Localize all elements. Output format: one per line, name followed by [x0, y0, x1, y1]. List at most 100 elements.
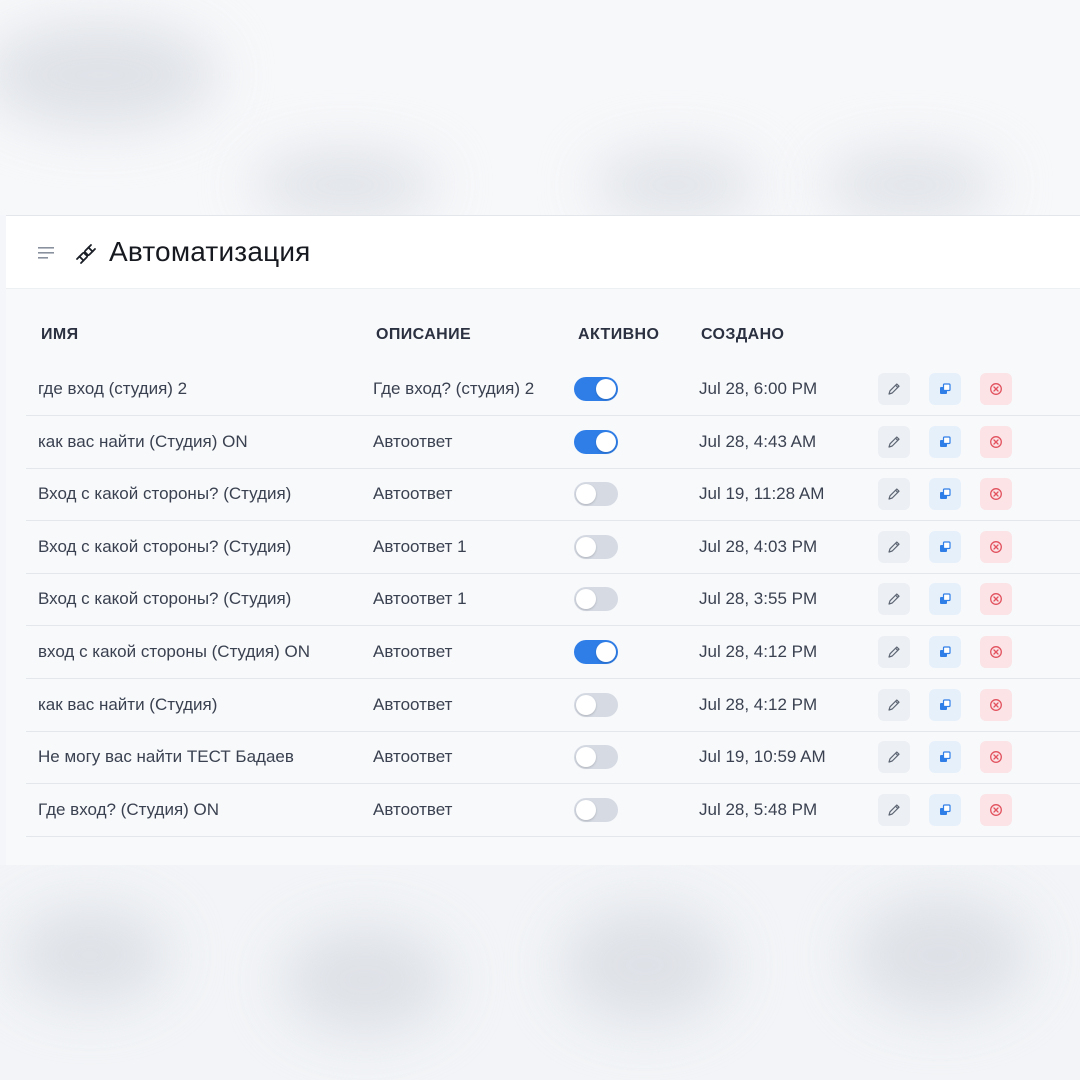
pencil-icon: [886, 381, 902, 397]
row-created-date: Jul 28, 3:55 PM: [699, 589, 818, 609]
active-toggle[interactable]: [574, 797, 618, 822]
delete-button[interactable]: [980, 425, 1012, 458]
duplicate-button[interactable]: [929, 478, 961, 511]
delete-circle-x-icon: [988, 644, 1004, 660]
table-row[interactable]: Вход с какой стороны? (Студия) Автоответ J…: [26, 468, 1080, 522]
duplicate-button[interactable]: [929, 530, 961, 563]
row-name: Вход с какой стороны? (Студия): [38, 484, 292, 504]
table-row[interactable]: Вход с какой стороны? (Студия) Автоответ …: [26, 521, 1080, 574]
row-description: Автоответ: [373, 642, 453, 661]
menu-icon[interactable]: [38, 247, 54, 259]
pencil-icon: [886, 644, 902, 660]
edit-button[interactable]: [878, 741, 910, 774]
delete-button[interactable]: [980, 373, 1012, 405]
duplicate-button[interactable]: [929, 373, 961, 405]
edit-button[interactable]: [878, 688, 910, 721]
copy-icon: [937, 697, 953, 713]
toggle-knob: [576, 694, 596, 715]
duplicate-button[interactable]: [929, 688, 961, 721]
active-toggle[interactable]: [574, 692, 618, 717]
copy-icon: [937, 802, 953, 818]
table-row[interactable]: где вход (студия) 2 Где вход? (студия) 2 J…: [26, 363, 1080, 416]
duplicate-button[interactable]: [929, 583, 961, 616]
edit-button[interactable]: [878, 478, 910, 511]
duplicate-button[interactable]: [929, 793, 961, 826]
copy-icon: [937, 644, 953, 660]
automation-panel: Автоматизация ИМЯ ОПИСАНИЕ АКТИВНО СОЗДА…: [6, 215, 1080, 866]
active-toggle[interactable]: [574, 534, 618, 559]
pencil-icon: [886, 539, 902, 555]
table-row[interactable]: Вход с какой стороны? (Студия) Автоответ …: [26, 573, 1080, 627]
table-row[interactable]: Где вход? (Студия) ON Автоответ Jul 28, 5:…: [26, 784, 1080, 837]
delete-circle-x-icon: [988, 486, 1004, 502]
delete-button[interactable]: [980, 478, 1012, 511]
row-created-date: Jul 28, 6:00 PM: [699, 379, 818, 398]
row-name: как вас найти (Студия): [38, 694, 218, 714]
delete-button[interactable]: [980, 636, 1012, 668]
delete-circle-x-icon: [988, 539, 1004, 555]
row-description: Автоответ: [373, 484, 453, 504]
delete-button[interactable]: [980, 688, 1012, 721]
table-row[interactable]: Не могу вас найти ТЕСТ Бадаев Автоответ Ju…: [26, 731, 1080, 785]
toggle-knob: [576, 484, 596, 505]
toggle-knob: [576, 799, 596, 820]
active-toggle[interactable]: [574, 587, 618, 612]
column-header-created[interactable]: СОЗДАНО: [701, 326, 784, 344]
delete-button[interactable]: [980, 793, 1012, 826]
row-name: как вас найти (Студия) ON: [38, 431, 248, 451]
toggle-knob: [596, 431, 616, 452]
row-description: Автоответ 1: [373, 536, 467, 556]
edit-button[interactable]: [878, 373, 910, 405]
pencil-icon: [886, 434, 902, 450]
row-created-date: Jul 28, 4:03 PM: [699, 536, 818, 556]
active-toggle[interactable]: [574, 745, 618, 770]
row-created-date: Jul 19, 11:28 AM: [699, 484, 825, 504]
table-row[interactable]: вход с какой стороны (Студия) ON Автоотве…: [26, 626, 1080, 679]
row-created-date: Jul 19, 10:59 AM: [699, 747, 826, 767]
table-row[interactable]: как вас найти (Студия) ON Автоответ Jul 28…: [26, 416, 1080, 469]
delete-circle-x-icon: [988, 381, 1004, 397]
duplicate-button[interactable]: [929, 741, 961, 774]
row-name: вход с какой стороны (Студия) ON: [38, 642, 310, 661]
toggle-knob: [576, 536, 596, 557]
delete-button[interactable]: [980, 530, 1012, 563]
edit-button[interactable]: [878, 793, 910, 826]
pencil-icon: [886, 486, 902, 502]
edit-button[interactable]: [878, 636, 910, 668]
duplicate-button[interactable]: [929, 636, 961, 668]
toggle-knob: [596, 379, 616, 399]
delete-button[interactable]: [980, 583, 1012, 616]
row-description: Где вход? (студия) 2: [373, 379, 535, 398]
pencil-icon: [886, 749, 902, 765]
row-created-date: Jul 28, 5:48 PM: [699, 799, 818, 819]
copy-icon: [937, 749, 953, 765]
row-description: Автоответ 1: [373, 589, 467, 609]
table-row[interactable]: как вас найти (Студия) Автоответ Jul 28, 4…: [26, 679, 1080, 732]
duplicate-button[interactable]: [929, 425, 961, 458]
delete-circle-x-icon: [988, 697, 1004, 713]
pencil-icon: [886, 591, 902, 607]
edit-button[interactable]: [878, 425, 910, 458]
copy-icon: [937, 486, 953, 502]
column-header-active[interactable]: АКТИВНО: [578, 326, 659, 344]
row-created-date: Jul 28, 4:12 PM: [699, 694, 818, 714]
blurred-background-bottom: [0, 865, 1080, 1080]
row-name: Вход с какой стороны? (Студия): [38, 589, 292, 609]
row-name: где вход (студия) 2: [38, 379, 188, 398]
edit-button[interactable]: [878, 583, 910, 616]
plug-icon: [76, 244, 96, 264]
column-header-description[interactable]: ОПИСАНИЕ: [376, 326, 471, 344]
delete-button[interactable]: [980, 741, 1012, 774]
edit-button[interactable]: [878, 530, 910, 563]
active-toggle[interactable]: [574, 429, 618, 454]
row-description: Автоответ: [373, 799, 453, 819]
active-toggle[interactable]: [574, 482, 618, 507]
active-toggle[interactable]: [574, 377, 618, 401]
page-header: Автоматизация: [6, 216, 1080, 289]
pencil-icon: [886, 802, 902, 818]
copy-icon: [937, 591, 953, 607]
column-header-name[interactable]: ИМЯ: [41, 326, 79, 344]
copy-icon: [937, 381, 953, 397]
row-name: Вход с какой стороны? (Студия): [38, 536, 292, 556]
active-toggle[interactable]: [574, 640, 618, 664]
